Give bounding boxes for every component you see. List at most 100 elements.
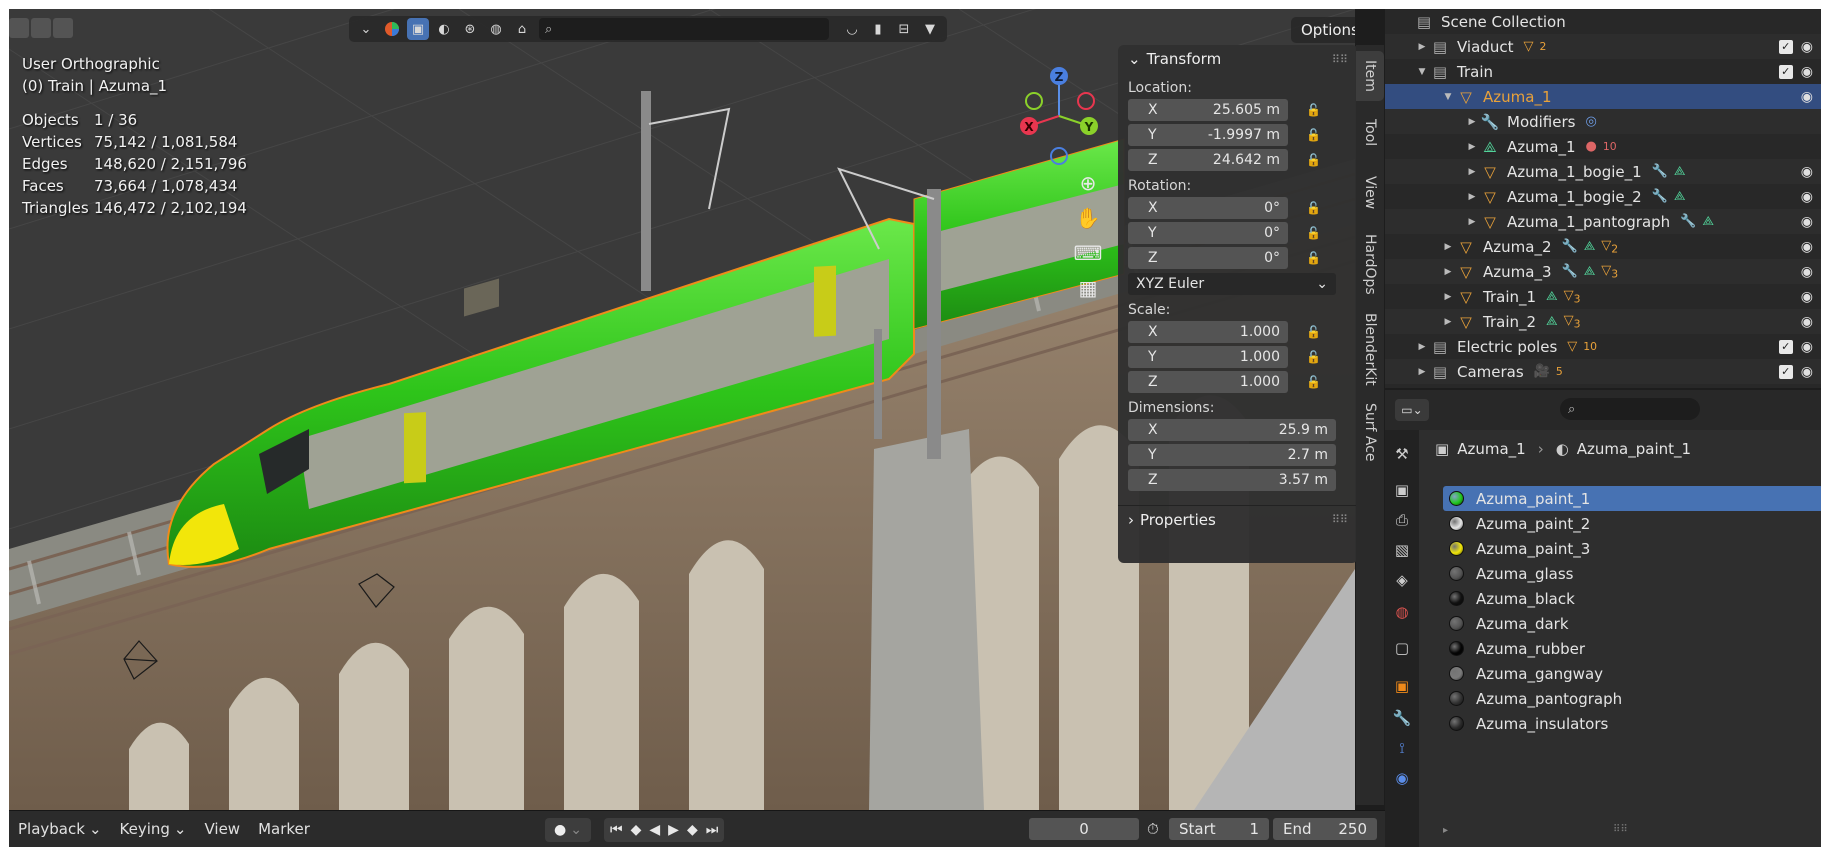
unlock-icon[interactable]: 🔓 bbox=[1306, 103, 1321, 117]
next-keyframe-icon[interactable]: ◆ bbox=[687, 822, 698, 838]
transform-section-header[interactable]: ⌄ Transform ⠿⠿ bbox=[1118, 45, 1358, 73]
include-checkbox[interactable]: ✓ bbox=[1778, 364, 1793, 379]
menu-keying[interactable]: Keying ⌄ bbox=[111, 820, 196, 838]
eye-icon[interactable]: ◉ bbox=[1801, 214, 1813, 230]
pan-hand-icon[interactable]: ✋ bbox=[1074, 204, 1102, 232]
expand-arrow-icon[interactable]: ▶ bbox=[1465, 192, 1479, 202]
scene-tab-icon[interactable]: ◈ bbox=[1390, 568, 1414, 592]
resize-grip-icon[interactable]: ⠿⠿ bbox=[1613, 824, 1628, 835]
material-slot[interactable]: Azuma_paint_2 bbox=[1443, 511, 1821, 536]
expand-arrow-icon[interactable]: ▶ bbox=[1415, 367, 1429, 377]
outliner-row-bogie-2[interactable]: ▶ ▽ Azuma_1_bogie_2 🔧 ⟁ ◉ bbox=[1385, 184, 1821, 209]
output-tab-icon[interactable]: ⎙ bbox=[1390, 508, 1414, 532]
physics-tab-icon[interactable]: ◉ bbox=[1390, 766, 1414, 790]
zoom-icon[interactable]: ⊕ bbox=[1074, 169, 1102, 197]
material-slot[interactable]: Azuma_rubber bbox=[1443, 636, 1821, 661]
current-frame-field[interactable]: 0 bbox=[1029, 818, 1139, 840]
material-slot[interactable]: Azuma_dark bbox=[1443, 611, 1821, 636]
bookmark-icon[interactable]: ▮ bbox=[867, 18, 889, 40]
outliner-row-train[interactable]: ▼ ▤ Train ✓ ◉ bbox=[1385, 59, 1821, 84]
location-x-field[interactable]: X 25.605 m 🔓 bbox=[1128, 99, 1348, 121]
eye-icon[interactable]: ◉ bbox=[1801, 39, 1813, 55]
include-checkbox[interactable]: ✓ bbox=[1778, 39, 1793, 54]
expand-arrow-icon[interactable]: ▶ bbox=[1415, 42, 1429, 52]
eye-icon[interactable]: ◉ bbox=[1801, 289, 1813, 305]
unlock-icon[interactable]: 🔓 bbox=[1306, 375, 1321, 389]
expand-arrow-icon[interactable]: ▶ bbox=[1441, 242, 1455, 252]
expand-arrow-icon[interactable]: ▶ bbox=[1465, 217, 1479, 227]
prev-keyframe-icon[interactable]: ◆ bbox=[631, 822, 642, 838]
material-slot-list[interactable]: Azuma_paint_1 Azuma_paint_2 Azuma_paint_3 A… bbox=[1443, 486, 1821, 736]
expand-arrow-icon[interactable]: ▶ bbox=[1441, 267, 1455, 277]
expand-arrow-icon[interactable]: ▶ bbox=[1441, 317, 1455, 327]
outliner-row-pantograph[interactable]: ▶ ▽ Azuma_1_pantograph 🔧 ⟁ ◉ bbox=[1385, 209, 1821, 234]
unlock-icon[interactable]: 🔓 bbox=[1306, 128, 1321, 142]
shading-mode-icon[interactable]: ⊛ bbox=[459, 18, 481, 40]
brush-icon[interactable]: ⌂ bbox=[511, 18, 533, 40]
material-slot[interactable]: Azuma_black bbox=[1443, 586, 1821, 611]
material-slot[interactable]: Azuma_insulators bbox=[1443, 711, 1821, 736]
breadcrumb-object[interactable]: Azuma_1 bbox=[1457, 440, 1526, 458]
mode-toolbar[interactable] bbox=[9, 18, 73, 40]
chevron-down-icon[interactable]: ⌄ bbox=[355, 18, 377, 40]
eye-icon[interactable]: ◉ bbox=[1801, 339, 1813, 355]
include-checkbox[interactable]: ✓ bbox=[1778, 64, 1793, 79]
outliner-row-modifiers[interactable]: ▶ 🔧 Modifiers ◎ bbox=[1385, 109, 1821, 134]
tab-surf-ace[interactable]: Surf Ace bbox=[1356, 397, 1384, 467]
outliner-row-azuma-3[interactable]: ▶ ▽ Azuma_3 🔧 ⟁ ▽3 ◉ bbox=[1385, 259, 1821, 284]
material-slot[interactable]: Azuma_paint_3 bbox=[1443, 536, 1821, 561]
unlock-icon[interactable]: 🔓 bbox=[1306, 350, 1321, 364]
menu-playback[interactable]: Playback ⌄ bbox=[9, 820, 111, 838]
outliner-row-mesh-data[interactable]: ▶ ⟁ Azuma_1 ● 10 bbox=[1385, 134, 1821, 159]
scale-z-field[interactable]: Z 1.000 🔓 bbox=[1128, 371, 1348, 393]
properties-section-header[interactable]: › Properties ⠿⠿ bbox=[1118, 505, 1358, 533]
object-tab-icon[interactable]: ▣ bbox=[1390, 674, 1414, 698]
expand-arrow-icon[interactable]: ▶ bbox=[1441, 292, 1455, 302]
viewport-shading-icon[interactable]: ◐ bbox=[433, 18, 455, 40]
expand-arrow-icon[interactable]: ▶ bbox=[1465, 142, 1479, 152]
world-tab-icon[interactable]: ◍ bbox=[1390, 600, 1414, 624]
properties-search-input[interactable]: ⌕ bbox=[1560, 398, 1700, 420]
material-slot[interactable]: Azuma_gangway bbox=[1443, 661, 1821, 686]
rotation-z-field[interactable]: Z 0° 🔓 bbox=[1128, 247, 1348, 269]
filter-icon[interactable]: ▼ bbox=[919, 18, 941, 40]
start-frame-field[interactable]: Start 1 bbox=[1169, 818, 1269, 840]
modifier-tab-icon[interactable]: 🔧 bbox=[1390, 706, 1414, 730]
rotation-mode-select[interactable]: XYZ Euler ⌄ bbox=[1128, 273, 1336, 295]
viewport-search-input[interactable]: ⌕ bbox=[539, 18, 829, 40]
render-preview-icon[interactable]: ◍ bbox=[485, 18, 507, 40]
location-z-field[interactable]: Z 24.642 m 🔓 bbox=[1128, 149, 1348, 171]
stopwatch-icon[interactable]: ⏱ bbox=[1147, 820, 1159, 838]
outliner-row-azuma-2[interactable]: ▶ ▽ Azuma_2 🔧 ⟁ ▽2 ◉ bbox=[1385, 234, 1821, 259]
rotation-y-field[interactable]: Y 0° 🔓 bbox=[1128, 222, 1348, 244]
unlock-icon[interactable]: 🔓 bbox=[1306, 201, 1321, 215]
outliner-row-bogie-1[interactable]: ▶ ▽ Azuma_1_bogie_1 🔧 ⟁ ◉ bbox=[1385, 159, 1821, 184]
outliner-row-viaduct[interactable]: ▶ ▤ Viaduct ▽ 2 ✓ ◉ bbox=[1385, 34, 1821, 59]
gizmo-neg-y-axis[interactable] bbox=[1025, 92, 1043, 110]
eye-icon[interactable]: ◉ bbox=[1801, 239, 1813, 255]
dimensions-z-field[interactable]: Z 3.57 m bbox=[1128, 469, 1348, 491]
dimensions-y-field[interactable]: Y 2.7 m bbox=[1128, 444, 1348, 466]
eye-icon[interactable]: ◉ bbox=[1801, 64, 1813, 80]
play-reverse-icon[interactable]: ◀ bbox=[649, 822, 660, 838]
tool-tab-icon[interactable]: ⚒ bbox=[1390, 442, 1414, 466]
eye-icon[interactable]: ◉ bbox=[1801, 264, 1813, 280]
jump-start-icon[interactable]: ⏮ bbox=[610, 822, 623, 838]
tab-view[interactable]: View bbox=[1356, 165, 1384, 220]
navigation-gizmo[interactable]: Z X Y bbox=[1004, 61, 1114, 171]
outliner-row-train-1[interactable]: ▶ ▽ Train_1 ⟁ ▽3 ◉ bbox=[1385, 284, 1821, 309]
gizmo-neg-x-axis[interactable] bbox=[1077, 92, 1095, 110]
menu-view[interactable]: View bbox=[195, 820, 249, 838]
select-subtract-icon[interactable] bbox=[53, 18, 73, 38]
unlock-icon[interactable]: 🔓 bbox=[1306, 153, 1321, 167]
outliner-scene-collection[interactable]: ▤ Scene Collection bbox=[1385, 9, 1821, 34]
gizmo-neg-z-axis[interactable] bbox=[1050, 147, 1068, 165]
outliner-row-train-2[interactable]: ▶ ▽ Train_2 ⟁ ▽3 ◉ bbox=[1385, 309, 1821, 334]
breadcrumb-material[interactable]: Azuma_paint_1 bbox=[1577, 440, 1691, 458]
material-slot[interactable]: Azuma_glass bbox=[1443, 561, 1821, 586]
eye-icon[interactable]: ◉ bbox=[1801, 164, 1813, 180]
expand-arrow-icon[interactable]: ▶ bbox=[1465, 167, 1479, 177]
auto-key-button[interactable]: ● ⌄ bbox=[545, 818, 591, 842]
ortho-grid-icon[interactable]: ▦ bbox=[1074, 274, 1102, 302]
drag-handle-icon[interactable]: ⠿⠿ bbox=[1332, 513, 1348, 526]
